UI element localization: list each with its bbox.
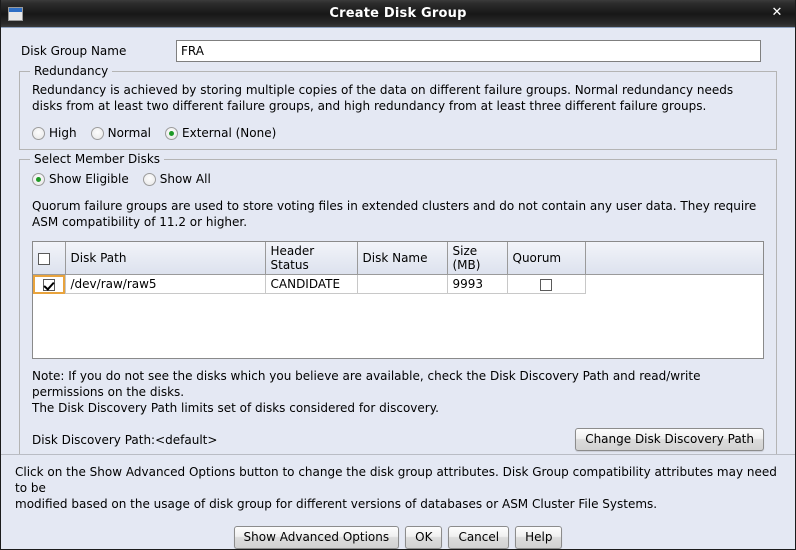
- window-icon: [8, 6, 23, 21]
- disk-table: Disk Path Header Status Disk Name Size (…: [33, 242, 763, 294]
- advanced-options-note-line1: Click on the Show Advanced Options butto…: [15, 465, 777, 495]
- header-disk-name[interactable]: Disk Name: [357, 242, 448, 275]
- cancel-button[interactable]: Cancel: [448, 526, 510, 549]
- advanced-options-note: Click on the Show Advanced Options butto…: [15, 464, 781, 512]
- advanced-options-note-line2: modified based on the usage of disk grou…: [15, 497, 658, 511]
- cell-size-mb: 9993: [447, 274, 508, 294]
- disk-group-name-label: Disk Group Name: [21, 44, 127, 58]
- disk-discovery-note-line2: The Disk Discovery Path limits set of di…: [32, 401, 439, 415]
- radio-show-eligible-icon: [32, 172, 45, 186]
- row-select-checkbox-icon[interactable]: [42, 278, 55, 291]
- dialog-content: Disk Group Name Redundancy Redundancy is…: [1, 28, 795, 549]
- disk-discovery-note: Note: If you do not see the disks which …: [32, 368, 764, 416]
- radio-show-eligible-label: Show Eligible: [49, 172, 129, 186]
- cell-quorum[interactable]: [507, 274, 586, 294]
- select-member-disks-groupbox: Select Member Disks Show Eligible Show A…: [19, 152, 777, 461]
- radio-show-all-icon: [142, 172, 156, 186]
- change-disk-discovery-path-button[interactable]: Change Disk Discovery Path: [575, 428, 764, 451]
- header-select-all[interactable]: [33, 242, 66, 275]
- redundancy-groupbox: Redundancy Redundancy is achieved by sto…: [19, 64, 777, 150]
- radio-show-eligible[interactable]: Show Eligible: [32, 172, 129, 186]
- disk-filter-radio-group: Show Eligible Show All: [32, 172, 764, 186]
- header-quorum[interactable]: Quorum: [507, 242, 586, 275]
- header-filler: [585, 242, 763, 275]
- row-select-checkbox-cell[interactable]: [33, 274, 66, 294]
- close-icon[interactable]: ✕: [767, 4, 787, 22]
- quorum-checkbox-icon[interactable]: [540, 278, 552, 291]
- header-header-status[interactable]: Header Status: [265, 242, 358, 275]
- radio-external-none[interactable]: External (None): [165, 126, 276, 140]
- select-member-disks-legend: Select Member Disks: [30, 152, 165, 166]
- disk-discovery-note-line1: Note: If you do not see the disks which …: [32, 369, 701, 399]
- cell-disk-path: /dev/raw/raw5: [65, 274, 266, 294]
- ok-button[interactable]: OK: [405, 526, 443, 549]
- dialog-button-row: Show Advanced Options OK Cancel Help: [15, 526, 781, 549]
- cell-header-status: CANDIDATE: [265, 274, 358, 294]
- radio-show-all[interactable]: Show All: [142, 172, 211, 186]
- window-title: Create Disk Group: [329, 6, 467, 21]
- radio-external-none-label: External (None): [182, 126, 277, 140]
- redundancy-description: Redundancy is achieved by storing multip…: [32, 83, 734, 113]
- radio-normal-icon: [90, 126, 104, 140]
- select-all-checkbox-icon[interactable]: [38, 252, 50, 265]
- title-bar: Create Disk Group ✕: [1, 0, 795, 28]
- radio-normal-label: Normal: [107, 126, 152, 140]
- disk-group-name-input[interactable]: [176, 40, 761, 62]
- radio-external-none-icon: [165, 126, 179, 140]
- discovery-path-row: Disk Discovery Path:<default> Change Dis…: [32, 428, 764, 451]
- cell-filler: [585, 274, 763, 294]
- bottom-panel: Click on the Show Advanced Options butto…: [1, 454, 795, 549]
- radio-high-label: High: [49, 126, 77, 140]
- table-row[interactable]: /dev/raw/raw5 CANDIDATE 9993: [33, 274, 763, 294]
- disk-table-container[interactable]: Disk Path Header Status Disk Name Size (…: [32, 241, 764, 359]
- redundancy-radio-group: High Normal External (None): [32, 126, 764, 140]
- radio-high-icon: [32, 126, 45, 140]
- radio-normal[interactable]: Normal: [90, 126, 152, 140]
- redundancy-legend: Redundancy: [30, 64, 113, 78]
- disk-group-name-row: Disk Group Name: [1, 28, 795, 62]
- quorum-description: Quorum failure groups are used to store …: [32, 199, 757, 229]
- help-button[interactable]: Help: [515, 526, 563, 549]
- cell-disk-name: [357, 274, 448, 294]
- show-advanced-options-button[interactable]: Show Advanced Options: [233, 526, 400, 549]
- radio-high[interactable]: High: [32, 126, 77, 140]
- table-header-row: Disk Path Header Status Disk Name Size (…: [33, 242, 763, 275]
- disk-discovery-path-value: Disk Discovery Path:<default>: [32, 432, 218, 447]
- header-disk-path[interactable]: Disk Path: [65, 242, 266, 275]
- header-size-mb[interactable]: Size (MB): [447, 242, 508, 275]
- radio-show-all-label: Show All: [159, 172, 211, 186]
- create-disk-group-dialog: Create Disk Group ✕ Disk Group Name Redu…: [0, 0, 796, 550]
